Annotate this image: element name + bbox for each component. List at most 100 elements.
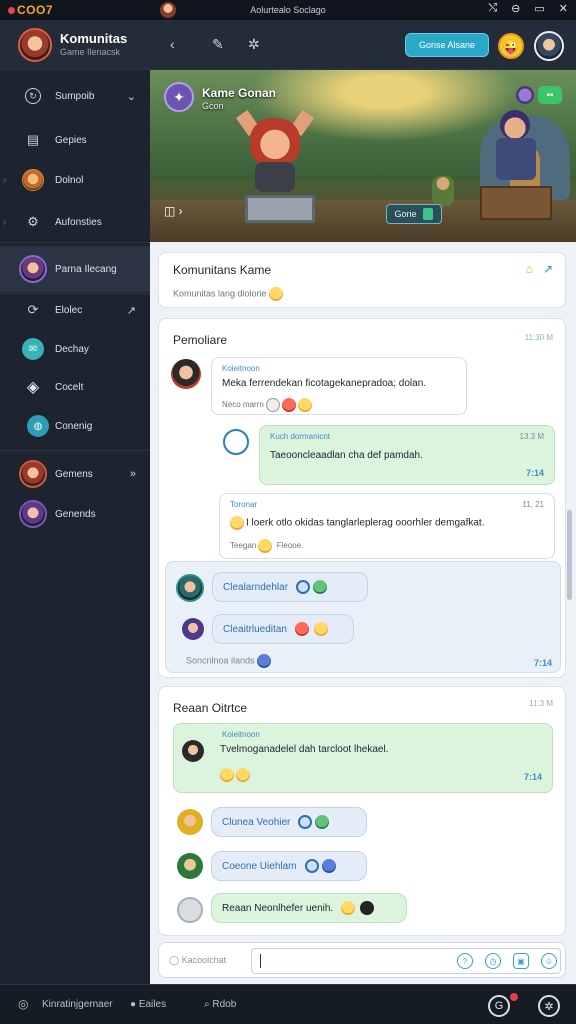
reply-text: Clealarndehlar — [223, 581, 289, 593]
profile-avatar[interactable] — [534, 31, 564, 61]
banner-nav-icon[interactable]: ◫ › — [164, 204, 183, 218]
avatar[interactable] — [182, 618, 204, 640]
primary-action-button[interactable]: Gonse Alsane — [405, 33, 489, 57]
chat-section-2: Reaan Oitrtce 11:3 M Koieitnoon Tvelmoga… — [158, 686, 566, 936]
sidebar-item-aufonsties[interactable]: › ⚙ Aufonsties — [0, 202, 150, 242]
reply-pill[interactable]: Clealarndehlar — [212, 572, 368, 602]
message-meta: Neco marrn — [222, 398, 314, 412]
reply-text: Cleaitrlueditan — [223, 623, 287, 635]
sidebar-item-elolec[interactable]: ⟳ Elolec ↗ — [0, 290, 150, 330]
footer-left-label[interactable]: Kinratinjgernaer — [42, 999, 113, 1010]
sidebar-item-label: Cocelt — [55, 381, 84, 393]
message-sender: Koieitnoon — [222, 364, 260, 373]
sidebar-item-conenig[interactable]: ◍ Conenig — [0, 406, 150, 446]
sidebar-item-cocelt[interactable]: ◈ Cocelt — [0, 367, 150, 407]
section-title: Pemoliare — [173, 333, 228, 347]
avatar[interactable] — [182, 740, 204, 762]
house-icon[interactable]: ⌂ — [526, 262, 533, 276]
window-controls: ⤭ ⊖ ▭ ✕ — [488, 2, 568, 15]
avatar[interactable] — [223, 429, 249, 455]
gem-icon — [423, 208, 434, 220]
reply-text: Reaan Neonlhefer uenih. — [222, 902, 334, 914]
reply-pill[interactable]: Clunea Veohier — [211, 807, 367, 837]
sidebar-item-label: Aufonsties — [55, 216, 102, 228]
sidebar-item-gemens[interactable]: Gemens » — [0, 454, 150, 494]
maximize-icon[interactable]: ▭ — [534, 2, 544, 15]
thread-footer: Soncnlnoa ilands — [186, 654, 273, 668]
message-meta: Teegan Fleooe. — [230, 539, 303, 553]
message-sender: Koieitnoon — [222, 730, 260, 739]
sidebar-item-genends[interactable]: Genends — [0, 494, 150, 534]
footer-mid-label[interactable]: ● Eailes — [130, 999, 166, 1010]
gear-icon[interactable]: ✲ — [248, 36, 260, 53]
chevron-right-icon: › — [3, 216, 7, 228]
scrollbar[interactable] — [567, 510, 572, 600]
banner-villain-character — [490, 110, 540, 190]
sidebar-item-dolnol[interactable]: › Dolnol — [0, 160, 150, 200]
community-card[interactable]: Komunitans Kame Komunitas lang diolorie … — [158, 252, 566, 308]
play-button[interactable]: Gorie — [386, 204, 442, 224]
message-bubble[interactable]: Kuch dormanicnt 13.3 M Taeooncleaadlan c… — [259, 425, 555, 485]
game-title: Kame Gonan — [202, 86, 277, 100]
emoji-badge[interactable]: 😜 — [498, 33, 524, 59]
footer-search[interactable]: ⌕ Rdob — [204, 999, 236, 1010]
message-bubble[interactable]: Koieitnoon Tvelmoganadelel dah tarcloot … — [173, 723, 553, 793]
refresh-icon: ↻ — [25, 88, 41, 104]
double-chevron-icon[interactable]: » — [130, 468, 136, 480]
sidebar-item-label: Dechay — [55, 343, 89, 355]
avatar[interactable] — [177, 853, 203, 879]
avatar[interactable] — [171, 359, 201, 389]
share-icon[interactable]: ↗ — [543, 262, 553, 276]
gear-icon[interactable]: ✲ — [538, 995, 560, 1017]
image-icon[interactable]: ▣ — [513, 953, 529, 969]
help-icon[interactable]: ? — [457, 953, 473, 969]
close-icon[interactable]: ✕ — [559, 2, 568, 15]
avatar[interactable] — [177, 897, 203, 923]
attach-icon[interactable]: ◷ — [485, 953, 501, 969]
sidebar-item-dechay[interactable]: ✉ Dechay — [0, 329, 150, 369]
message-text: Taeooncleaadlan cha def pamdah. — [270, 450, 423, 461]
shuffle-icon[interactable]: ⤭ — [488, 2, 497, 15]
notifications-icon[interactable]: G — [488, 995, 510, 1017]
user-name: Komunitas — [60, 31, 128, 46]
divider — [0, 242, 150, 243]
chevron-down-icon[interactable]: ⌄ — [127, 90, 136, 103]
pen-icon[interactable]: ✎ — [212, 36, 224, 53]
banner-hero-character — [235, 109, 315, 193]
avatar[interactable] — [176, 574, 204, 602]
external-link-icon[interactable]: ↗ — [127, 304, 136, 317]
avatar[interactable] — [177, 809, 203, 835]
user-avatar[interactable] — [18, 28, 52, 62]
profile-avatar — [19, 255, 47, 283]
message-reactions — [220, 766, 252, 784]
game-banner[interactable]: ✦ Kame Gonan Gcon ▪▪ ◫ › Gorie — [150, 70, 576, 242]
play-button-label: Gorie — [394, 209, 417, 219]
chat-badge-icon[interactable]: ▪▪ — [538, 86, 562, 104]
reply-text: Coeone Uiehlam — [222, 860, 297, 872]
minimize-icon[interactable]: ⊖ — [511, 2, 520, 15]
message-text: Meka ferrendekan ficotagekanepradoa; dol… — [222, 378, 427, 389]
settings-icon[interactable]: ◎ — [18, 997, 28, 1011]
read-receipt: 7:14 — [523, 772, 542, 782]
reply-pill[interactable]: Coeone Uiehlam — [211, 851, 367, 881]
message-composer: ◯ Kacoolchat ? ◷ ▣ ☺ — [158, 942, 566, 978]
message-bubble[interactable]: Koieitnoon Meka ferrendekan ficotagekane… — [211, 357, 467, 415]
notification-dot — [510, 993, 518, 1001]
sidebar-item-label: Sumpoib — [55, 90, 95, 102]
sidebar-item-label: Parna Ilecang — [55, 263, 117, 275]
chat-icon: ✉ — [22, 338, 44, 360]
sidebar-item-profile[interactable]: Parna Ilecang — [0, 246, 150, 292]
back-icon[interactable]: ‹ — [170, 36, 175, 52]
sidebar-item-sumpoib[interactable]: ↻ Sumpoib ⌄ — [0, 76, 150, 116]
message-text: I loerk otlo okidas tanglarleplerag ooor… — [230, 516, 484, 530]
message-bubble[interactable]: Toronar 11, 21 I loerk otlo okidas tangl… — [219, 493, 555, 559]
emoji-icon[interactable]: ☺ — [541, 953, 557, 969]
sidebar-item-label: Conenig — [55, 420, 93, 432]
bottom-bar: ◎ Kinratinjgernaer ● Eailes ⌕ Rdob G ✲ — [0, 984, 576, 1024]
message-sender: Toronar — [230, 500, 258, 509]
sidebar-item-gepies[interactable]: ▤ Gepies — [0, 120, 150, 160]
party-icon[interactable] — [516, 86, 534, 104]
game-subtitle: Gcon — [202, 101, 224, 111]
reply-pill[interactable]: Cleaitrlueditan — [212, 614, 354, 644]
reply-pill[interactable]: Reaan Neonlhefer uenih. — [211, 893, 407, 923]
